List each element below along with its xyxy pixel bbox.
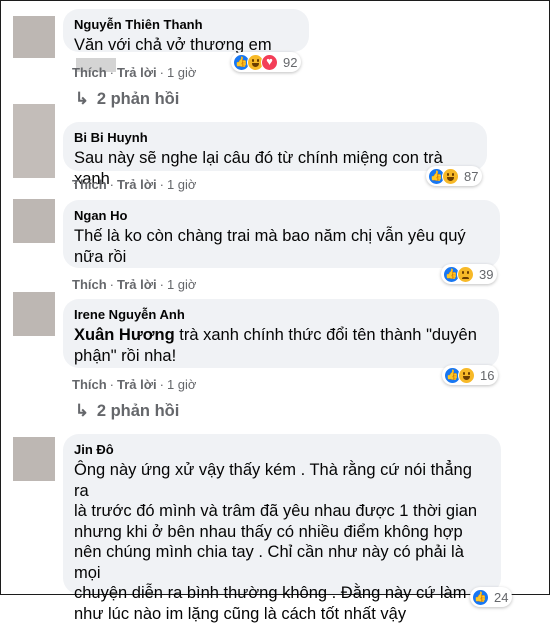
comment-author[interactable]: Jin Đô: [74, 442, 489, 458]
comment-text: Ông này ứng xử vậy thấy kém . Thà rằng c…: [74, 461, 478, 623]
comment-time[interactable]: 1 giờ: [167, 65, 197, 80]
reply-arrow-icon: ↳: [75, 90, 89, 108]
comment-actions: Thích · Trả lời · 1 giờ: [72, 277, 197, 292]
like-button[interactable]: Thích: [72, 277, 107, 292]
reply-arrow-icon: ↳: [75, 402, 89, 420]
love-icon: ♥: [261, 53, 278, 71]
reaction-summary[interactable]: 👍 24: [470, 587, 513, 607]
reply-button[interactable]: Trả lời: [117, 177, 157, 192]
comment-actions: Thích · Trả lời · 1 giờ: [72, 177, 197, 192]
comment-bubble: Irene Nguyễn Anh Xuân Hương trà xanh chí…: [63, 299, 499, 368]
view-replies-link[interactable]: ↳ 2 phản hồi: [75, 401, 179, 421]
comment-bubble: Nguyễn Thiên Thanh Văn với chả vở thương…: [63, 9, 309, 72]
comment-author[interactable]: Bi Bi Huynh: [74, 130, 475, 146]
comment-time[interactable]: 1 giờ: [167, 177, 197, 192]
reaction-count: 24: [494, 589, 509, 605]
like-button[interactable]: Thích: [72, 377, 107, 392]
avatar[interactable]: [13, 199, 55, 243]
comment-text: Thế là ko còn chàng trai mà bao năm chị …: [74, 227, 466, 266]
comment-actions: Thích · Trả lời · 1 giờ: [72, 65, 197, 80]
comment-author[interactable]: Irene Nguyễn Anh: [74, 307, 487, 323]
comment-bubble: Bi Bi Huynh Sau này sẽ nghe lại câu đó t…: [63, 122, 487, 188]
like-button[interactable]: Thích: [72, 177, 107, 192]
reaction-summary[interactable]: 👍 ♥ 92: [231, 52, 302, 72]
comment-actions: Thích · Trả lời · 1 giờ: [72, 377, 197, 392]
avatar[interactable]: [13, 16, 55, 58]
haha-icon: [458, 366, 475, 384]
comment-time[interactable]: 1 giờ: [167, 277, 197, 292]
haha-icon: [442, 167, 459, 185]
avatar[interactable]: [13, 292, 55, 336]
comment-bubble: Ngan Ho Thế là ko còn chàng trai mà bao …: [63, 200, 500, 268]
comment-author[interactable]: Nguyễn Thiên Thanh: [74, 17, 297, 33]
view-replies-link[interactable]: ↳ 2 phản hồi: [75, 89, 179, 109]
reaction-summary[interactable]: 👍 87: [426, 166, 483, 186]
reaction-count: 16: [480, 367, 495, 383]
avatar[interactable]: [13, 104, 55, 178]
reaction-summary[interactable]: 👍 16: [442, 365, 499, 385]
reply-button[interactable]: Trả lời: [117, 277, 157, 292]
reaction-count: 92: [283, 54, 298, 70]
reaction-count: 39: [479, 266, 494, 282]
sad-icon: [457, 265, 474, 283]
reaction-count: 87: [464, 168, 479, 184]
comment-time[interactable]: 1 giờ: [167, 377, 197, 392]
avatar[interactable]: [13, 437, 55, 481]
like-icon: 👍: [472, 588, 489, 606]
comment-bubble: Jin Đô Ông này ứng xử vậy thấy kém . Thà…: [63, 434, 501, 623]
mention-link[interactable]: Xuân Hương: [74, 326, 175, 344]
reaction-summary[interactable]: 👍 39: [441, 264, 498, 284]
reply-button[interactable]: Trả lời: [117, 65, 157, 80]
comment-text: Xuân Hương trà xanh chính thức đổi tên t…: [74, 326, 477, 365]
haha-icon: [247, 53, 264, 71]
comment-author[interactable]: Ngan Ho: [74, 208, 488, 224]
like-button[interactable]: Thích: [72, 65, 107, 80]
reply-button[interactable]: Trả lời: [117, 377, 157, 392]
